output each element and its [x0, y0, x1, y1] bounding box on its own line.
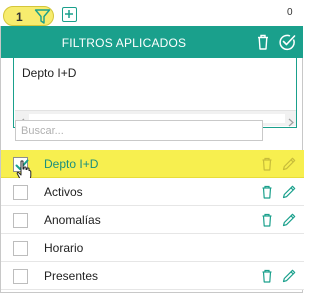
funnel-icon[interactable]: [34, 8, 51, 25]
panel-header: FILTROS APLICADOS: [1, 26, 303, 58]
filter-label: Activos: [44, 185, 83, 199]
filters-widget: 1 0 FILTROS APLICADOS Depto I+D Buscar..…: [0, 0, 304, 293]
applied-filters-box: Depto I+D: [13, 58, 297, 128]
pencil-icon[interactable]: [281, 184, 297, 200]
filter-label: Anomalías: [44, 213, 101, 227]
applied-filters-panel: FILTROS APLICADOS Depto I+D Buscar... De…: [0, 26, 304, 293]
filter-row[interactable]: Presentes: [1, 262, 304, 290]
filter-row[interactable]: Activos: [1, 178, 304, 206]
toolbar-value: 0: [287, 7, 293, 18]
filter-row[interactable]: Horario: [1, 234, 304, 262]
check-circle-icon[interactable]: [277, 32, 297, 52]
scroll-right-icon[interactable]: [287, 114, 295, 127]
filter-checkbox[interactable]: [13, 241, 28, 256]
pencil-icon[interactable]: [281, 268, 297, 284]
trash-icon[interactable]: [259, 268, 275, 284]
add-filter-button[interactable]: [62, 7, 77, 22]
filter-checkbox[interactable]: [13, 269, 28, 284]
filter-checkbox[interactable]: [13, 185, 28, 200]
plus-icon: [65, 10, 73, 18]
active-filter-badge[interactable]: 1: [3, 6, 54, 26]
active-filter-count: 1: [16, 10, 23, 24]
search-input[interactable]: [15, 120, 263, 141]
trash-icon[interactable]: [259, 156, 275, 172]
filter-label: Horario: [44, 241, 84, 255]
filter-row[interactable]: Anomalías: [1, 206, 304, 234]
pencil-icon[interactable]: [281, 212, 297, 228]
filter-list: Depto I+D Activos Anomalías Horario Presente…: [1, 150, 304, 290]
trash-icon[interactable]: [259, 184, 275, 200]
filter-label: Presentes: [44, 269, 99, 283]
trash-icon[interactable]: [259, 212, 275, 228]
pencil-icon[interactable]: [281, 156, 297, 172]
panel-title: FILTROS APLICADOS: [61, 36, 187, 50]
filter-label: Depto I+D: [44, 157, 99, 171]
applied-filter-tag: Depto I+D: [22, 66, 77, 80]
trash-icon[interactable]: [253, 32, 273, 52]
filter-row[interactable]: Depto I+D: [1, 150, 304, 181]
filter-checkbox[interactable]: [13, 213, 28, 228]
